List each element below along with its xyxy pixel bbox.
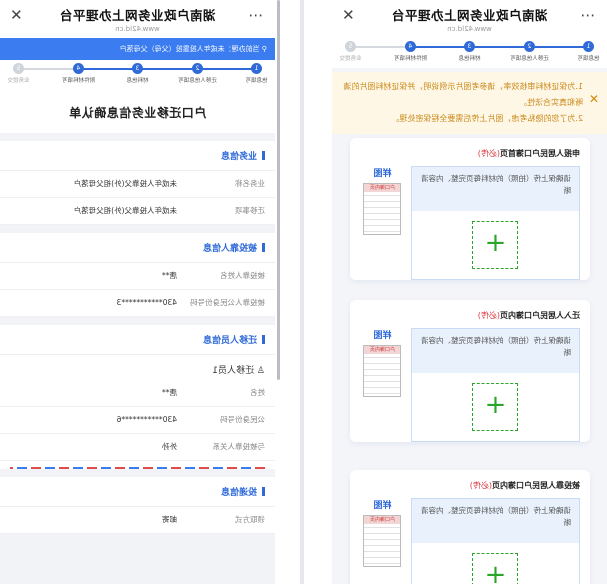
header: ⋯ 湖南户政业务网上办理平台 www.42ld.cn ✕ — [332, 0, 607, 38]
info-row: 被投靠人姓名 唐** — [0, 263, 275, 290]
info-row: 公民身份号码 430***********6 — [0, 407, 275, 434]
info-row: 迁移事项 未成年人投靠父(外)祖父母落户 — [0, 198, 275, 225]
card-title: 申报人居民户口簿首页(必传) — [477, 149, 580, 158]
panel-divider — [300, 0, 304, 584]
section-header: 投递信息 — [0, 477, 275, 507]
upload-card: 被投靠人居民户口簿内页(必传) 请确保上传（拍照）的材料每页完整、内容清晰 + … — [350, 470, 590, 584]
current-business-bar: ⚲ 当前办理：未成年人投靠投（父母）父母落户 — [0, 38, 275, 60]
section-header: 被投靠人信息 — [0, 233, 275, 263]
step-1: 1 信息填写 — [577, 41, 600, 62]
sample-image[interactable]: 样图 户口簿内页 — [360, 498, 405, 584]
host-section: 被投靠人信息 被投靠人姓名 唐** 被投靠人公民身份号码 430**********… — [0, 233, 275, 317]
section-header: 迁移人员信息 — [0, 325, 275, 355]
movers-section: 迁移人员信息 ♙ 迁移人员1 姓名 唐** 公民身份号码 430**********… — [0, 325, 275, 469]
upload-card: 申报人居民户口簿首页(必传) 请确保上传（拍照）的材料每页完整、内容清晰 + 样… — [350, 138, 590, 280]
page-title: 户口迁移业务信息确认单 — [0, 90, 275, 133]
app-url: www.42ld.cn — [115, 25, 160, 33]
upload-card: 迁入人居民户口簿内页(必传) 请确保上传（拍照）的材料每页完整、内容清晰 + 样… — [350, 300, 590, 442]
scrollbar[interactable] — [277, 0, 280, 380]
close-icon[interactable]: ✕ — [10, 6, 23, 24]
upload-area: 请确保上传（拍照）的材料每页完整、内容清晰 + — [411, 166, 580, 280]
person-icon: ♙ — [254, 366, 265, 376]
more-icon[interactable]: ⋯ — [580, 6, 595, 24]
card-title: 迁入人居民户口簿内页(必传) — [477, 311, 580, 320]
upload-area: 请确保上传（拍照）的材料每页完整、内容清晰 + — [411, 328, 580, 442]
more-icon[interactable]: ⋯ — [248, 6, 263, 24]
section-header: 业务信息 — [0, 141, 275, 171]
add-photo-button[interactable]: + — [472, 383, 519, 431]
location-icon: ⚲ — [259, 45, 267, 53]
upload-area: 请确保上传（拍照）的材料每页完整、内容清晰 + — [411, 498, 580, 584]
step-progress: 1 信息填写 2 迁移人信息填写 3 材料信息 4 附件材料填写 5 业务提交 — [332, 38, 607, 68]
notice-line-1: 1.为保证材料审核效率，请参考图片示例说明，并保证材料图片的清晰和真实合法性。 — [343, 82, 583, 107]
step-2: 2 迁移人信息填写 — [510, 41, 549, 62]
info-row: 业务名称 未成年人投靠父(外)祖父母落户 — [0, 171, 275, 198]
business-section: 业务信息 业务名称 未成年人投靠父(外)祖父母落户 迁移事项 未成年人投靠父(外)祖… — [0, 141, 275, 225]
notice-close-icon[interactable]: ✕ — [589, 92, 599, 106]
notice-line-2: 2.为了您的隐私考虑，图片上传后需要全程保密处理。 — [391, 114, 583, 123]
step-4: 4 附件材料填写 — [62, 63, 96, 84]
upload-hint: 请确保上传（拍照）的材料每页完整、内容清晰 — [412, 329, 579, 373]
sample-image[interactable]: 样图 户口簿内页 — [360, 328, 405, 442]
card-title: 被投靠人居民户口簿内页(必传) — [469, 481, 580, 490]
document-thumbnail: 户口簿内页 — [363, 515, 402, 567]
step-3: 3 材料信息 — [126, 63, 149, 84]
person-label: ♙ 迁移人员1 — [212, 366, 265, 376]
document-thumbnail: 户口簿内页 — [363, 345, 402, 397]
info-row: 被投靠人公民身份号码 430***********3 — [0, 290, 275, 317]
sample-image[interactable]: 样图 户口簿内页 — [360, 166, 405, 280]
step-progress: 1 信息填写 2 迁移人信息填写 3 材料信息 4 附件材料填写 5 业务提交 — [0, 60, 275, 90]
header: ⋯ 湖南户政业务网上办理平台 www.42ld.cn ✕ — [0, 0, 275, 38]
left-phone-panel: ⋯ 湖南户政业务网上办理平台 www.42ld.cn ✕ 1 信息填写 2 迁移人信… — [332, 0, 607, 584]
info-row: 与被投靠人关系 外孙 — [0, 434, 275, 461]
right-phone-panel: ⋯ 湖南户政业务网上办理平台 www.42ld.cn ✕ ⚲ 当前办理：未成年人… — [0, 0, 275, 584]
info-row: 领取方式 邮寄 — [0, 507, 275, 534]
add-photo-button[interactable]: + — [472, 553, 519, 584]
app-title: 湖南户政业务网上办理平台 — [391, 8, 548, 23]
step-5: 5 业务提交 — [339, 41, 362, 62]
step-2: 2 迁移人信息填写 — [178, 63, 217, 84]
upload-hint: 请确保上传（拍照）的材料每页完整、内容清晰 — [412, 499, 579, 543]
upload-hint: 请确保上传（拍照）的材料每页完整、内容清晰 — [412, 167, 579, 211]
add-photo-button[interactable]: + — [472, 221, 519, 269]
step-3: 3 材料信息 — [458, 41, 481, 62]
step-5: 5 业务提交 — [7, 63, 30, 84]
app-title: 湖南户政业务网上办理平台 — [59, 8, 216, 23]
delivery-section: 投递信息 领取方式 邮寄 — [0, 477, 275, 534]
app-url: www.42ld.cn — [447, 25, 492, 33]
info-row: 姓名 唐** — [0, 380, 275, 407]
step-4: 4 附件材料填写 — [394, 41, 428, 62]
envelope-divider — [10, 467, 265, 469]
document-thumbnail: 户口簿内页 — [363, 183, 402, 235]
step-1: 1 信息填写 — [245, 63, 268, 84]
close-icon[interactable]: ✕ — [342, 6, 355, 24]
notice-banner: ✕ 1.为保证材料审核效率，请参考图片示例说明，并保证材料图片的清晰和真实合法性… — [332, 72, 607, 134]
